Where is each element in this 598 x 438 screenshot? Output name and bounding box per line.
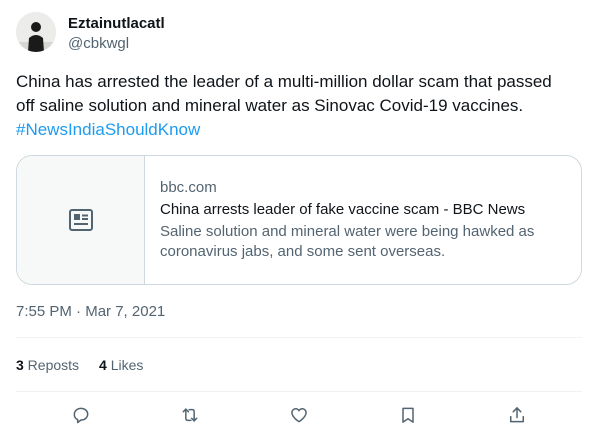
reposts-stat[interactable]: 3 Reposts bbox=[16, 355, 79, 375]
engagement-stats: 3 Reposts 4 Likes bbox=[16, 355, 143, 375]
silhouette-avatar-icon bbox=[16, 12, 56, 52]
timestamp-separator: · bbox=[71, 303, 86, 320]
divider bbox=[16, 391, 582, 392]
card-body: bbc.com China arrests leader of fake vac… bbox=[160, 178, 565, 262]
link-preview-card[interactable]: bbc.com China arrests leader of fake vac… bbox=[16, 155, 582, 285]
tweet-header: Eztainutlacatl @cbkwgl bbox=[16, 12, 582, 54]
share-icon bbox=[510, 407, 524, 423]
share-button[interactable] bbox=[500, 398, 534, 432]
likes-label: Likes bbox=[106, 357, 144, 373]
author-display-name[interactable]: Eztainutlacatl bbox=[68, 14, 165, 34]
tweet-timestamp: 7:55 PM · Mar 7, 2021 bbox=[16, 302, 165, 322]
author-avatar[interactable] bbox=[16, 12, 56, 52]
likes-count: 4 bbox=[99, 357, 107, 373]
timestamp-date[interactable]: Mar 7, 2021 bbox=[85, 303, 165, 320]
card-thumbnail bbox=[17, 156, 145, 284]
card-description: Saline solution and mineral water were b… bbox=[160, 223, 535, 260]
reposts-label: Reposts bbox=[23, 357, 80, 373]
author-handle[interactable]: @cbkwgl bbox=[68, 34, 129, 54]
tweet-text-line: off saline solution and mineral water as… bbox=[16, 96, 524, 115]
timestamp-time[interactable]: 7:55 PM bbox=[16, 303, 72, 320]
card-title: China arrests leader of fake vaccine sca… bbox=[160, 201, 526, 218]
tweet-text-line: China has arrested the leader of a multi… bbox=[16, 72, 552, 91]
bookmark-icon bbox=[402, 407, 414, 423]
action-bar bbox=[16, 398, 582, 432]
hashtag-link[interactable]: #NewsIndiaShouldKnow bbox=[16, 118, 582, 142]
likes-stat[interactable]: 4 Likes bbox=[99, 355, 143, 375]
like-icon bbox=[291, 408, 307, 423]
reposts-count: 3 bbox=[16, 357, 24, 373]
reply-icon bbox=[73, 407, 89, 424]
like-button[interactable] bbox=[282, 398, 316, 432]
reply-button[interactable] bbox=[64, 398, 98, 432]
repost-icon bbox=[182, 408, 198, 422]
divider bbox=[16, 337, 582, 338]
tweet-text: China has arrested the leader of a multi… bbox=[16, 70, 582, 142]
bookmark-button[interactable] bbox=[391, 398, 425, 432]
card-domain: bbc.com bbox=[160, 179, 217, 196]
news-article-icon bbox=[68, 209, 93, 231]
repost-button[interactable] bbox=[173, 398, 207, 432]
